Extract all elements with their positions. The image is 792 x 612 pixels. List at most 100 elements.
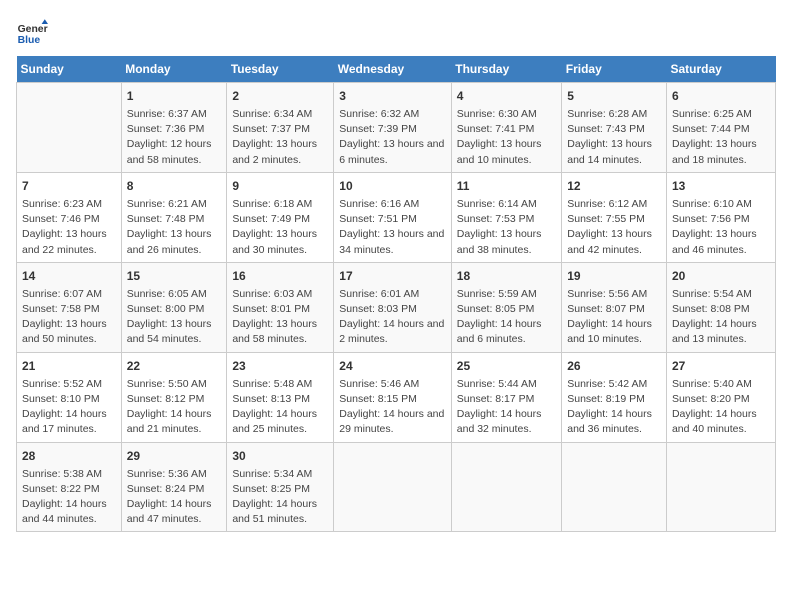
day-number: 17 bbox=[339, 267, 446, 285]
day-number: 23 bbox=[232, 357, 328, 375]
week-row-2: 7 Sunrise: 6:23 AMSunset: 7:46 PMDaylight… bbox=[17, 172, 776, 262]
day-cell: 12 Sunrise: 6:12 AMSunset: 7:55 PMDayligh… bbox=[562, 172, 667, 262]
day-number: 5 bbox=[567, 87, 661, 105]
day-number: 1 bbox=[127, 87, 222, 105]
day-cell: 18 Sunrise: 5:59 AMSunset: 8:05 PMDayligh… bbox=[451, 262, 561, 352]
day-cell bbox=[562, 442, 667, 532]
day-cell: 3Sunrise: 6:32 AMSunset: 7:39 PMDaylight… bbox=[334, 83, 452, 173]
day-cell: 22Sunrise: 5:50 AMSunset: 8:12 PMDayligh… bbox=[121, 352, 227, 442]
day-cell: 1 Sunrise: 6:37 AMSunset: 7:36 PMDaylight… bbox=[121, 83, 227, 173]
day-number: 14 bbox=[22, 267, 116, 285]
day-number: 9 bbox=[232, 177, 328, 195]
day-cell: 23 Sunrise: 5:48 AMSunset: 8:13 PMDayligh… bbox=[227, 352, 334, 442]
day-info: Sunrise: 6:28 AMSunset: 7:43 PMDaylight:… bbox=[567, 107, 661, 168]
day-number: 2 bbox=[232, 87, 328, 105]
day-number: 6 bbox=[672, 87, 770, 105]
day-cell: 10Sunrise: 6:16 AMSunset: 7:51 PMDayligh… bbox=[334, 172, 452, 262]
day-info: Sunrise: 5:36 AMSunset: 8:24 PMDaylight:… bbox=[127, 467, 222, 528]
day-info: Sunrise: 6:23 AMSunset: 7:46 PMDaylight:… bbox=[22, 197, 116, 258]
day-number: 26 bbox=[567, 357, 661, 375]
day-number: 24 bbox=[339, 357, 446, 375]
day-number: 20 bbox=[672, 267, 770, 285]
day-cell bbox=[666, 442, 775, 532]
day-cell: 15 Sunrise: 6:05 AMSunset: 8:00 PMDayligh… bbox=[121, 262, 227, 352]
day-cell: 17 Sunrise: 6:01 AMSunset: 8:03 PMDayligh… bbox=[334, 262, 452, 352]
day-number: 19 bbox=[567, 267, 661, 285]
day-cell: 13 Sunrise: 6:10 AMSunset: 7:56 PMDayligh… bbox=[666, 172, 775, 262]
day-cell: 29 Sunrise: 5:36 AMSunset: 8:24 PMDayligh… bbox=[121, 442, 227, 532]
day-cell: 2 Sunrise: 6:34 AMSunset: 7:37 PMDaylight… bbox=[227, 83, 334, 173]
day-number: 27 bbox=[672, 357, 770, 375]
day-cell bbox=[334, 442, 452, 532]
day-info: Sunrise: 6:03 AMSunset: 8:01 PMDaylight:… bbox=[232, 287, 328, 348]
day-info: Sunrise: 6:05 AMSunset: 8:00 PMDaylight:… bbox=[127, 287, 222, 348]
col-header-saturday: Saturday bbox=[666, 56, 775, 83]
day-cell: 30 Sunrise: 5:34 AMSunset: 8:25 PMDayligh… bbox=[227, 442, 334, 532]
day-number: 25 bbox=[457, 357, 556, 375]
day-info: Sunrise: 5:46 AMSunset: 8:15 PMDaylight:… bbox=[339, 377, 446, 438]
week-row-1: 1 Sunrise: 6:37 AMSunset: 7:36 PMDaylight… bbox=[17, 83, 776, 173]
col-header-friday: Friday bbox=[562, 56, 667, 83]
day-info: Sunrise: 5:42 AMSunset: 8:19 PMDaylight:… bbox=[567, 377, 661, 438]
day-info: Sunrise: 6:25 AMSunset: 7:44 PMDaylight:… bbox=[672, 107, 770, 168]
day-info: Sunrise: 6:12 AMSunset: 7:55 PMDaylight:… bbox=[567, 197, 661, 258]
day-cell: 24 Sunrise: 5:46 AMSunset: 8:15 PMDayligh… bbox=[334, 352, 452, 442]
day-cell bbox=[451, 442, 561, 532]
day-info: Sunrise: 5:38 AMSunset: 8:22 PMDaylight:… bbox=[22, 467, 116, 528]
day-number: 13 bbox=[672, 177, 770, 195]
day-number: 8 bbox=[127, 177, 222, 195]
day-number: 30 bbox=[232, 447, 328, 465]
day-info: Sunrise: 5:44 AMSunset: 8:17 PMDaylight:… bbox=[457, 377, 556, 438]
day-number: 11 bbox=[457, 177, 556, 195]
day-number: 18 bbox=[457, 267, 556, 285]
day-info: Sunrise: 5:34 AMSunset: 8:25 PMDaylight:… bbox=[232, 467, 328, 528]
day-info: Sunrise: 5:52 AMSunset: 8:10 PMDaylight:… bbox=[22, 377, 116, 438]
week-row-5: 28 Sunrise: 5:38 AMSunset: 8:22 PMDayligh… bbox=[17, 442, 776, 532]
day-number: 3 bbox=[339, 87, 446, 105]
day-info: Sunrise: 6:21 AMSunset: 7:48 PMDaylight:… bbox=[127, 197, 222, 258]
day-info: Sunrise: 6:30 AMSunset: 7:41 PMDaylight:… bbox=[457, 107, 556, 168]
day-cell: 20 Sunrise: 5:54 AMSunset: 8:08 PMDayligh… bbox=[666, 262, 775, 352]
day-info: Sunrise: 5:40 AMSunset: 8:20 PMDaylight:… bbox=[672, 377, 770, 438]
day-number: 4 bbox=[457, 87, 556, 105]
day-cell: 6 Sunrise: 6:25 AMSunset: 7:44 PMDaylight… bbox=[666, 83, 775, 173]
day-cell: 9Sunrise: 6:18 AMSunset: 7:49 PMDaylight… bbox=[227, 172, 334, 262]
day-info: Sunrise: 5:48 AMSunset: 8:13 PMDaylight:… bbox=[232, 377, 328, 438]
day-info: Sunrise: 6:16 AMSunset: 7:51 PMDaylight:… bbox=[339, 197, 446, 258]
day-number: 16 bbox=[232, 267, 328, 285]
col-header-thursday: Thursday bbox=[451, 56, 561, 83]
week-row-3: 14Sunrise: 6:07 AMSunset: 7:58 PMDayligh… bbox=[17, 262, 776, 352]
week-row-4: 21 Sunrise: 5:52 AMSunset: 8:10 PMDayligh… bbox=[17, 352, 776, 442]
day-info: Sunrise: 6:37 AMSunset: 7:36 PMDaylight:… bbox=[127, 107, 222, 168]
day-number: 29 bbox=[127, 447, 222, 465]
day-info: Sunrise: 6:34 AMSunset: 7:37 PMDaylight:… bbox=[232, 107, 328, 168]
day-info: Sunrise: 5:56 AMSunset: 8:07 PMDaylight:… bbox=[567, 287, 661, 348]
page-header: General Blue bbox=[16, 16, 776, 48]
day-cell: 27 Sunrise: 5:40 AMSunset: 8:20 PMDayligh… bbox=[666, 352, 775, 442]
day-info: Sunrise: 6:10 AMSunset: 7:56 PMDaylight:… bbox=[672, 197, 770, 258]
day-info: Sunrise: 5:50 AMSunset: 8:12 PMDaylight:… bbox=[127, 377, 222, 438]
day-number: 28 bbox=[22, 447, 116, 465]
day-number: 7 bbox=[22, 177, 116, 195]
day-number: 15 bbox=[127, 267, 222, 285]
day-cell: 21 Sunrise: 5:52 AMSunset: 8:10 PMDayligh… bbox=[17, 352, 122, 442]
day-cell: 11Sunrise: 6:14 AMSunset: 7:53 PMDayligh… bbox=[451, 172, 561, 262]
svg-text:General: General bbox=[18, 24, 48, 35]
day-info: Sunrise: 6:01 AMSunset: 8:03 PMDaylight:… bbox=[339, 287, 446, 348]
day-cell: 8 Sunrise: 6:21 AMSunset: 7:48 PMDaylight… bbox=[121, 172, 227, 262]
day-cell: 26 Sunrise: 5:42 AMSunset: 8:19 PMDayligh… bbox=[562, 352, 667, 442]
day-cell: 28 Sunrise: 5:38 AMSunset: 8:22 PMDayligh… bbox=[17, 442, 122, 532]
day-number: 21 bbox=[22, 357, 116, 375]
day-cell: 4 Sunrise: 6:30 AMSunset: 7:41 PMDaylight… bbox=[451, 83, 561, 173]
day-info: Sunrise: 5:54 AMSunset: 8:08 PMDaylight:… bbox=[672, 287, 770, 348]
svg-text:Blue: Blue bbox=[18, 35, 41, 46]
day-cell bbox=[17, 83, 122, 173]
logo-icon: General Blue bbox=[16, 16, 48, 48]
day-info: Sunrise: 5:59 AMSunset: 8:05 PMDaylight:… bbox=[457, 287, 556, 348]
day-cell: 14Sunrise: 6:07 AMSunset: 7:58 PMDayligh… bbox=[17, 262, 122, 352]
col-header-monday: Monday bbox=[121, 56, 227, 83]
day-number: 12 bbox=[567, 177, 661, 195]
logo: General Blue bbox=[16, 16, 52, 48]
col-header-tuesday: Tuesday bbox=[227, 56, 334, 83]
day-cell: 19 Sunrise: 5:56 AMSunset: 8:07 PMDayligh… bbox=[562, 262, 667, 352]
